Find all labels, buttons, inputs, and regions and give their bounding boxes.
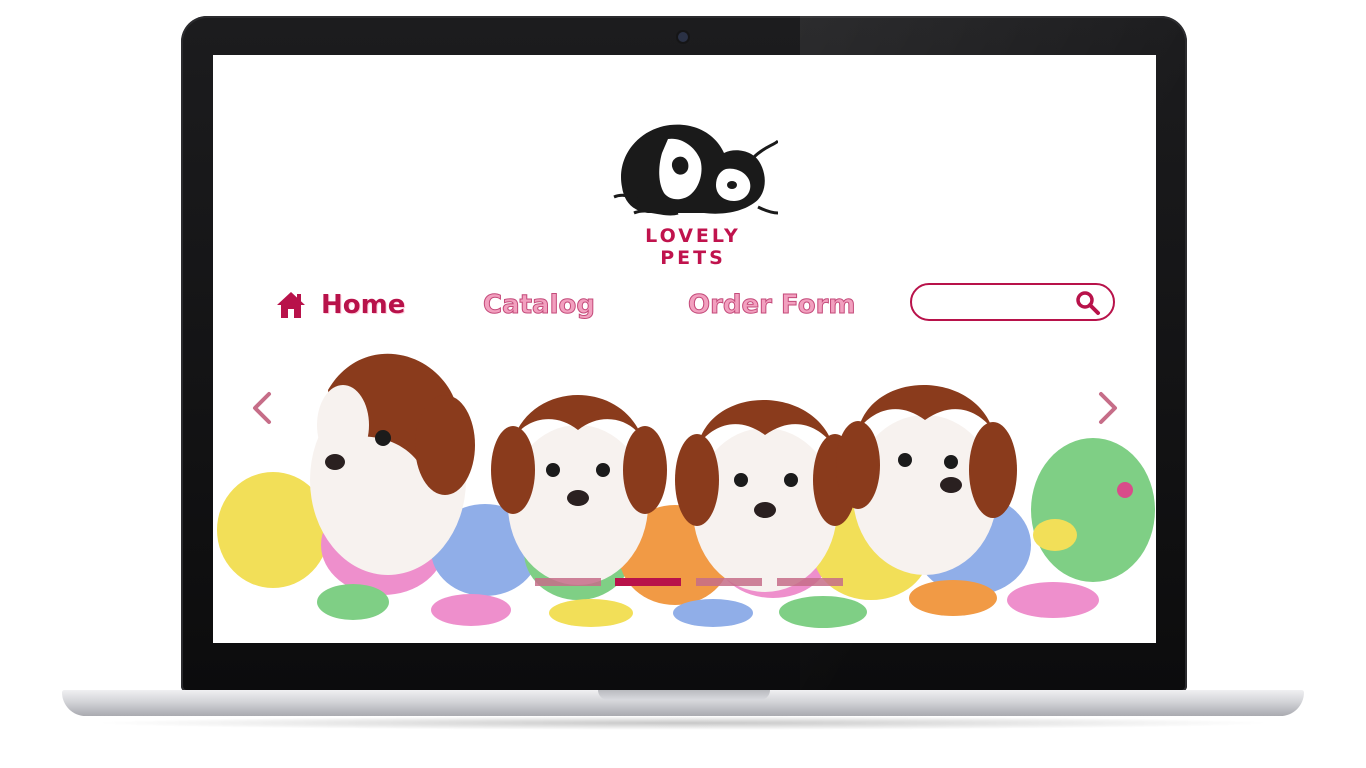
nav-home-label: Home: [321, 290, 406, 320]
laptop-shadow: [90, 716, 1276, 730]
slider-dot-2[interactable]: [615, 578, 681, 586]
website-screen: LOVELY PETS Home Catalog Order Form: [213, 55, 1156, 643]
nav-catalog-label: Catalog: [483, 290, 596, 321]
puppy-logo-icon: [613, 124, 778, 216]
search-box: [910, 283, 1115, 321]
nav-catalog[interactable]: Catalog: [483, 283, 596, 327]
nav-order-form-label: Order Form: [688, 290, 857, 321]
puppies-hero-image: [217, 353, 1155, 628]
home-icon: [277, 292, 305, 318]
webcam: [678, 32, 688, 42]
slider-prev-button[interactable]: [247, 388, 277, 428]
hero-slider: [213, 330, 1156, 643]
slider-dot-1[interactable]: [535, 578, 601, 586]
chevron-left-icon: [253, 392, 271, 424]
magnifier-icon[interactable]: [1075, 290, 1101, 316]
slider-indicators: [535, 578, 845, 588]
brand-name: LOVELY PETS: [645, 225, 741, 269]
laptop-notch: [598, 690, 770, 700]
slider-dot-3[interactable]: [696, 578, 762, 586]
slider-dot-4[interactable]: [777, 578, 843, 586]
site-logo[interactable]: LOVELY PETS: [608, 117, 778, 269]
chevron-right-icon: [1099, 392, 1117, 424]
nav-order-form[interactable]: Order Form: [688, 283, 857, 327]
nav-home[interactable]: Home: [275, 283, 405, 327]
search-input[interactable]: [926, 286, 1080, 318]
slider-next-button[interactable]: [1093, 388, 1123, 428]
main-nav: Home Catalog Order Form: [273, 283, 1133, 327]
